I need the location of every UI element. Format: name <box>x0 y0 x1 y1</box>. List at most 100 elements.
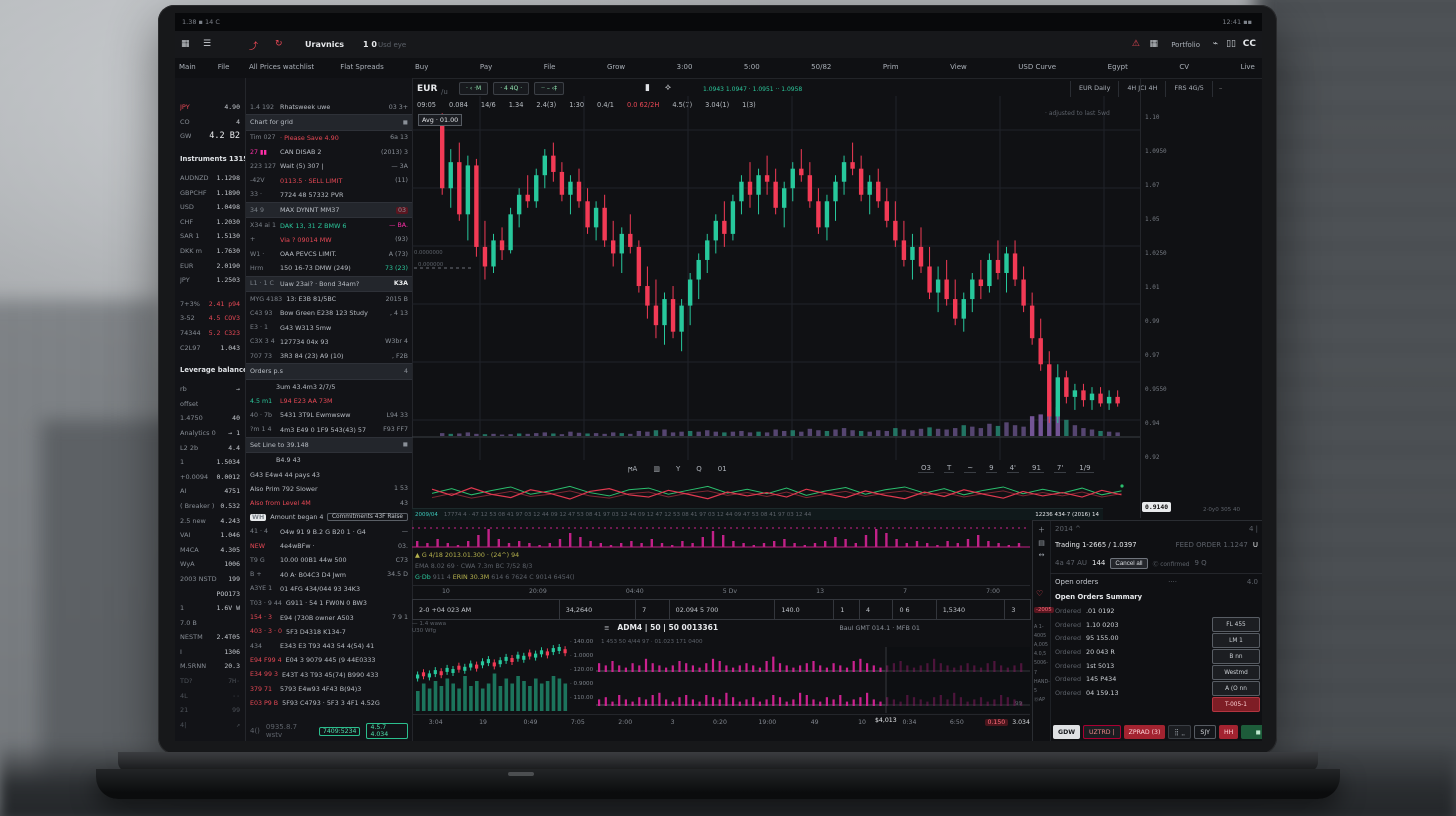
strip-icon[interactable]: ↔ <box>1033 551 1050 559</box>
alert-icon[interactable]: ⚠ <box>1132 39 1140 49</box>
panel-row[interactable]: B4.9 43 <box>246 453 412 467</box>
panel-row[interactable]: WHAmount began 4Commitments 43F Raise <box>246 510 412 524</box>
watchlist-row[interactable]: rb→ <box>175 382 245 397</box>
panel-row[interactable]: Also from Level 4M43 <box>246 496 412 510</box>
watchlist-row[interactable]: 7+3%2.41 p94 <box>175 297 245 312</box>
watchlist-row[interactable]: NESTM2.4T05 <box>175 630 245 645</box>
heart-icon[interactable]: ♡ <box>1036 589 1043 598</box>
panel-row[interactable]: Orders p.s4 <box>246 363 412 379</box>
watchlist-row[interactable]: POO173 <box>175 586 245 601</box>
watchlist-row[interactable]: AUDNZD1.1298 <box>175 171 245 186</box>
panel-row[interactable]: 154 · 3E94 (730B owner A5037 9 1 <box>246 610 412 624</box>
watchlist-row[interactable]: 11.5034 <box>175 455 245 470</box>
toggle-group[interactable]: · 4 4Q · <box>493 82 529 95</box>
watchlist-row[interactable]: ( Breaker )0.532 <box>175 499 245 514</box>
watchlist-row[interactable]: USD1.0498 <box>175 200 245 215</box>
panel-row[interactable]: 3um 43.4m3 2/7/5 <box>246 380 412 394</box>
strip-icon[interactable]: ▤ <box>1033 539 1050 547</box>
watchlist-row[interactable]: C2L971.043 <box>175 340 245 355</box>
toggle-group[interactable]: · ‹ ·M <box>459 82 488 95</box>
order-side-button[interactable]: T-005-1 <box>1212 697 1260 712</box>
chart-tool-icon[interactable]: 1/9 <box>1076 464 1093 473</box>
chart-menu-item[interactable]: Prim <box>883 63 899 71</box>
panel-row[interactable]: X34 ai 1DAK 13, 31 Z BMW 6— BA. <box>246 218 412 232</box>
order-bottom-button[interactable]: HH <box>1219 725 1238 739</box>
candle-style-button[interactable]: ▮ <box>645 83 650 93</box>
sync-icon[interactable]: ↻ <box>275 39 283 49</box>
order-side-button[interactable]: LM 1 <box>1212 633 1260 648</box>
panel-row[interactable]: Also Prim 792 Slower1 53 <box>246 482 412 496</box>
time-axis[interactable]: 1020:0904:405 Dv1377:00 <box>412 585 1030 598</box>
watchlist-tab[interactable]: All Prices watchlist <box>249 63 314 71</box>
share-icon[interactable]: ⤴ <box>249 39 258 52</box>
price-axis[interactable]: 1.101.09501.071.051.02501.010.990.970.95… <box>1141 96 1179 518</box>
latency-badge[interactable]: 4.5.7 4.034 <box>366 723 408 739</box>
chart-tool-icon[interactable]: T <box>944 464 954 473</box>
watchlist-row[interactable]: 4L·· <box>175 688 245 703</box>
chart-menu-item[interactable]: 50/82 <box>811 63 831 71</box>
watchlist-row[interactable]: 2.5 new4.243 <box>175 513 245 528</box>
menu-icon[interactable]: ≡ <box>604 624 609 632</box>
panel-row[interactable]: L1 · 1 CUaw 23ai? · Bond 34am?K3A <box>246 276 412 292</box>
watchlist-row[interactable]: JPY4.90 <box>175 100 245 115</box>
order-row[interactable]: Ordered.01 0192 <box>1050 604 1262 618</box>
panel-row[interactable]: 223 127Wait (5) 307 |— 3A <box>246 159 412 173</box>
chart-tool-icon[interactable]: 7' <box>1054 464 1066 473</box>
panel-row[interactable]: T9 G10.00 00B1 44w 500C73 <box>246 553 412 567</box>
panel-row[interactable]: Hrm150 16-73 DMW (249)73 (23) <box>246 261 412 275</box>
chart-tool-icon[interactable]: ~ <box>964 464 976 473</box>
watchlist-row[interactable]: M4CA4.305 <box>175 542 245 557</box>
panel-row[interactable]: 4.5 m1L94 E23 AA 73M <box>246 394 412 408</box>
panel-row[interactable]: A3YE 101 4FG 434/044 93 34K3 <box>246 582 412 596</box>
chart-tool-icon[interactable]: Y <box>673 465 683 473</box>
order-bottom-button[interactable]: ◼ <box>1241 725 1262 739</box>
chart-tool-icon[interactable]: O3 <box>918 464 934 473</box>
chart-tool-icon[interactable]: Q <box>693 465 705 473</box>
order-side-button[interactable]: Westmd <box>1212 665 1260 680</box>
momentum-strip-chart[interactable] <box>412 520 1030 550</box>
panel-row[interactable]: -42V0113.5 · SELL LIMIT(11) <box>246 173 412 187</box>
watchlist-row[interactable]: JPY1.2503 <box>175 273 245 288</box>
chart-tool-icon[interactable]: ϻA <box>625 465 640 473</box>
strip-icon[interactable]: ＋ <box>1033 525 1050 535</box>
chart-tool-icon[interactable]: 9 <box>986 464 996 473</box>
chart-tool-icon[interactable]: ▥ <box>650 465 663 473</box>
panel-row[interactable]: 403 · 3 · 05F3 D4318 K134-7 <box>246 625 412 639</box>
panel-row[interactable]: E03 P9 B5F93 C4793 · 5F3 3 4F1 4.52G <box>246 696 412 710</box>
watchlist-row[interactable]: WyA1006 <box>175 557 245 572</box>
watchlist-row[interactable]: +0.00940.0012 <box>175 469 245 484</box>
menu-item-file[interactable]: File <box>218 63 230 71</box>
watchlist-row[interactable]: 2199 <box>175 703 245 718</box>
watchlist-row[interactable]: 7.0 B <box>175 615 245 630</box>
list-icon[interactable]: ☰ <box>203 39 211 49</box>
order-bottom-button[interactable]: UZTRD | <box>1083 725 1121 739</box>
order-bottom-button[interactable]: GDW <box>1053 725 1080 739</box>
keyboard-icon[interactable]: ▦ <box>1149 39 1158 49</box>
panel-row[interactable]: E34 99 3E43T 43 T93 45(74) B990 433 <box>246 668 412 682</box>
panel-row[interactable]: T03 · 9 44G911 · 54 1 FW0N 0 BW3 <box>246 596 412 610</box>
apps-grid-icon[interactable]: ▦ <box>181 39 190 49</box>
panel-row[interactable]: 434E343 E3 T93 443 54 4(54) 41 <box>246 639 412 653</box>
watchlist-row[interactable]: 11.6V W <box>175 601 245 616</box>
chart-menu-item[interactable]: CV <box>1179 63 1189 71</box>
watchlist-row[interactable]: 3-524.5 COV3 <box>175 311 245 326</box>
panel-row[interactable]: 33 ·7724 48 57332 PVR <box>246 188 412 202</box>
cancel-all-button[interactable]: Cancel all <box>1110 558 1147 569</box>
watchlist-row[interactable]: CHF1.2030 <box>175 215 245 230</box>
chart-menu-item[interactable]: Egypt <box>1108 63 1128 71</box>
symbol-selector[interactable]: EUR <box>417 84 437 94</box>
connection-badge[interactable]: 7409:5234 <box>319 727 361 736</box>
order-bottom-button[interactable]: ZPRAD (3) <box>1124 725 1166 739</box>
order-bottom-button[interactable]: ⣿ ⣀ <box>1168 725 1191 739</box>
panel-row[interactable]: C43 93Bow Green E238 123 Study, 4 13 <box>246 306 412 320</box>
account-menu[interactable]: Portfolio <box>1171 41 1200 49</box>
panel-row[interactable]: 27 ▮▮CAN DISAB 2(2013) 3 <box>246 145 412 159</box>
chart-tool-icon[interactable]: 01 <box>715 465 730 473</box>
chart-layout-tab[interactable]: EUR Daily <box>1071 81 1119 97</box>
panel-row[interactable]: ?m 1 44m3 E49 0 1F9 543(43) 57F93 FF7 <box>246 423 412 437</box>
panel-row[interactable]: Set Line to 39.148◼ <box>246 437 412 453</box>
watchlist-row[interactable]: DKK m1.7630 <box>175 244 245 259</box>
panel-row[interactable]: 707 733R3 84 (23) A9 (10), F2B <box>246 349 412 363</box>
watchlist-row[interactable]: CO4 <box>175 115 245 130</box>
chart-menu-item[interactable]: Pay <box>480 63 492 71</box>
